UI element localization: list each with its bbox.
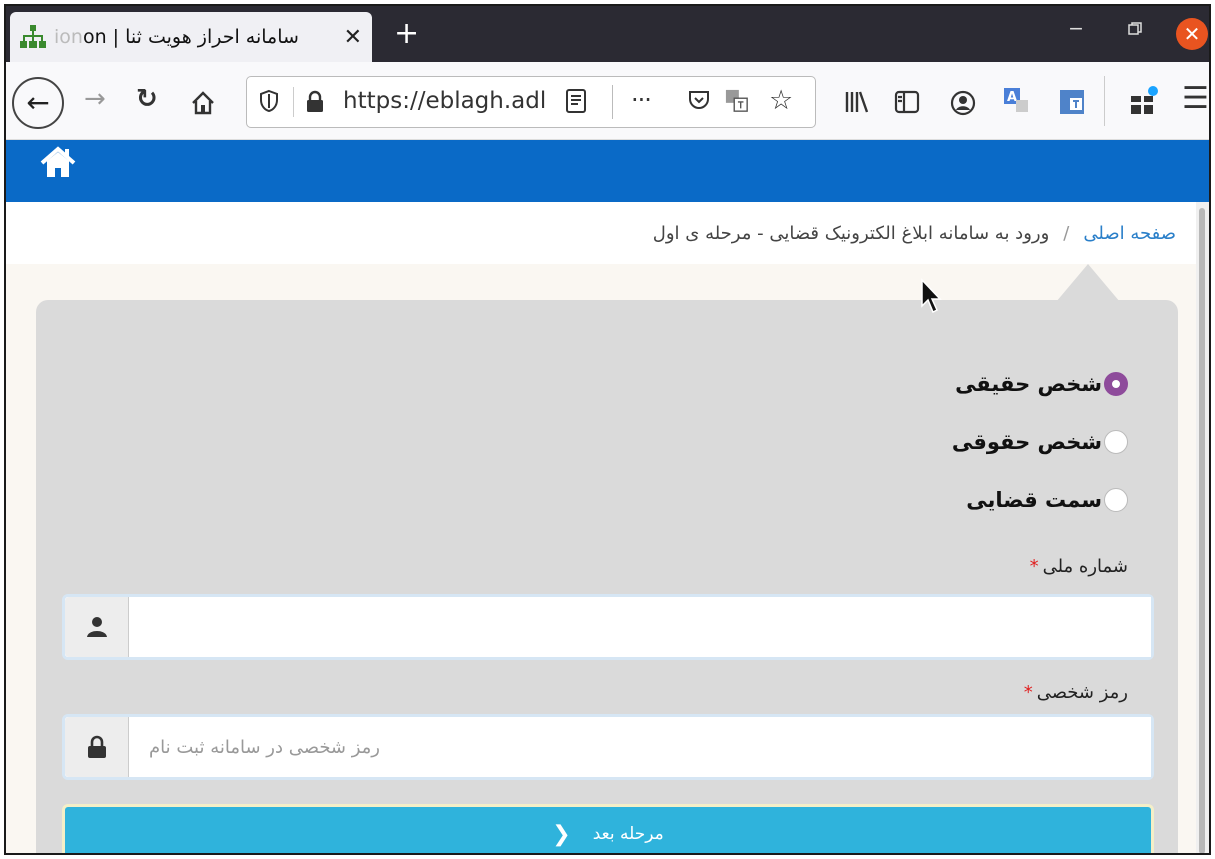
translate-page-icon[interactable] — [725, 89, 749, 113]
minimize-window-button[interactable]: ‒ — [1069, 16, 1083, 41]
breadcrumb-separator: / — [1063, 222, 1070, 244]
next-step-label: مرحله بعد — [592, 824, 664, 844]
extensions-gift-icon[interactable] — [1128, 84, 1160, 116]
radio-label: سمت قضایی — [966, 488, 1102, 512]
translate-extension-icon[interactable]: A — [1002, 86, 1030, 116]
radio-judicial-position[interactable]: سمت قضایی — [966, 488, 1128, 512]
url-separator — [612, 85, 613, 119]
account-icon[interactable] — [950, 90, 976, 116]
radio-legal-person[interactable]: شخص حقوقی — [952, 430, 1128, 454]
browser-navbar: ← → ↻ https://eblagh.adl ··· ☆ A ☰ — [6, 62, 1209, 140]
breadcrumb-home-link[interactable]: صفحه اصلی — [1083, 223, 1176, 244]
url-bar[interactable]: https://eblagh.adl ··· ☆ — [246, 76, 816, 128]
site-favicon-icon — [20, 25, 46, 48]
screenshot-frame: ionon سامانه احراز هویت ثنا | ✕ + ‒ ✕ ← … — [4, 4, 1211, 855]
national-id-input[interactable] — [129, 597, 1151, 657]
national-id-label: شماره ملی* — [1029, 556, 1128, 577]
close-window-button[interactable]: ✕ — [1176, 18, 1208, 50]
national-id-group — [62, 594, 1154, 660]
browser-titlebar: ionon سامانه احراز هویت ثنا | ✕ + ‒ ✕ — [6, 6, 1209, 62]
chevron-left-icon: ❮ — [552, 821, 571, 847]
panel-pointer — [1056, 264, 1120, 302]
required-mark: * — [1029, 556, 1039, 577]
sidebar-toggle-icon[interactable] — [894, 90, 920, 114]
breadcrumb: صفحه اصلی / ورود به سامانه ابلاغ الکترون… — [6, 202, 1200, 264]
site-header — [6, 140, 1209, 202]
radio-button[interactable] — [1104, 488, 1128, 512]
password-group — [62, 714, 1154, 780]
user-icon — [86, 617, 107, 637]
radio-label: شخص حقوقی — [951, 430, 1102, 454]
input-addon — [65, 717, 129, 777]
forward-button[interactable]: → — [84, 86, 106, 112]
next-step-button[interactable]: مرحله بعد ❮ — [62, 804, 1154, 853]
scrollbar-thumb[interactable] — [1199, 208, 1205, 853]
svg-text:A: A — [1007, 90, 1017, 105]
browser-tab[interactable]: ionon سامانه احراز هویت ثنا | ✕ — [10, 12, 372, 62]
mouse-cursor-icon — [921, 278, 942, 314]
lock-icon[interactable] — [305, 90, 325, 114]
lock-icon — [87, 735, 106, 758]
translator-extension-icon[interactable] — [1058, 88, 1086, 116]
password-label: رمز شخصی* — [1023, 682, 1128, 703]
input-addon — [65, 597, 129, 657]
reload-button[interactable]: ↻ — [136, 86, 158, 112]
radio-label: شخص حقیقی — [955, 372, 1102, 396]
bookmark-star-icon[interactable]: ☆ — [769, 85, 793, 116]
radio-button[interactable] — [1104, 430, 1128, 454]
tab-close-icon[interactable]: ✕ — [344, 25, 362, 50]
pocket-icon[interactable] — [687, 88, 711, 112]
password-input[interactable] — [129, 717, 1151, 777]
tab-title: ionon سامانه احراز هویت ثنا | — [54, 26, 299, 48]
login-panel: شخص حقیقی شخص حقوقی سمت قضایی شماره ملی*… — [36, 300, 1178, 853]
restore-window-button[interactable] — [1128, 20, 1142, 41]
home-button[interactable] — [190, 90, 216, 116]
toolbar-separator — [1104, 76, 1105, 126]
required-mark: * — [1023, 682, 1033, 703]
menu-hamburger-icon[interactable]: ☰ — [1182, 84, 1209, 114]
library-icon[interactable] — [844, 90, 870, 114]
page-actions-menu-icon[interactable]: ··· — [631, 86, 652, 114]
radio-natural-person[interactable]: شخص حقیقی — [955, 372, 1128, 396]
breadcrumb-current: ورود به سامانه ابلاغ الکترونیک قضایی - م… — [652, 222, 1050, 244]
url-text[interactable]: https://eblagh.adl — [343, 88, 546, 114]
tracking-shield-icon[interactable] — [259, 89, 279, 113]
new-tab-button[interactable]: + — [394, 16, 419, 51]
back-button[interactable]: ← — [12, 77, 64, 129]
page-scrollbar[interactable] — [1196, 202, 1209, 853]
site-home-icon[interactable] — [40, 145, 76, 181]
url-separator — [293, 87, 294, 117]
radio-button-checked[interactable] — [1104, 372, 1128, 396]
reader-view-icon[interactable] — [565, 88, 587, 114]
